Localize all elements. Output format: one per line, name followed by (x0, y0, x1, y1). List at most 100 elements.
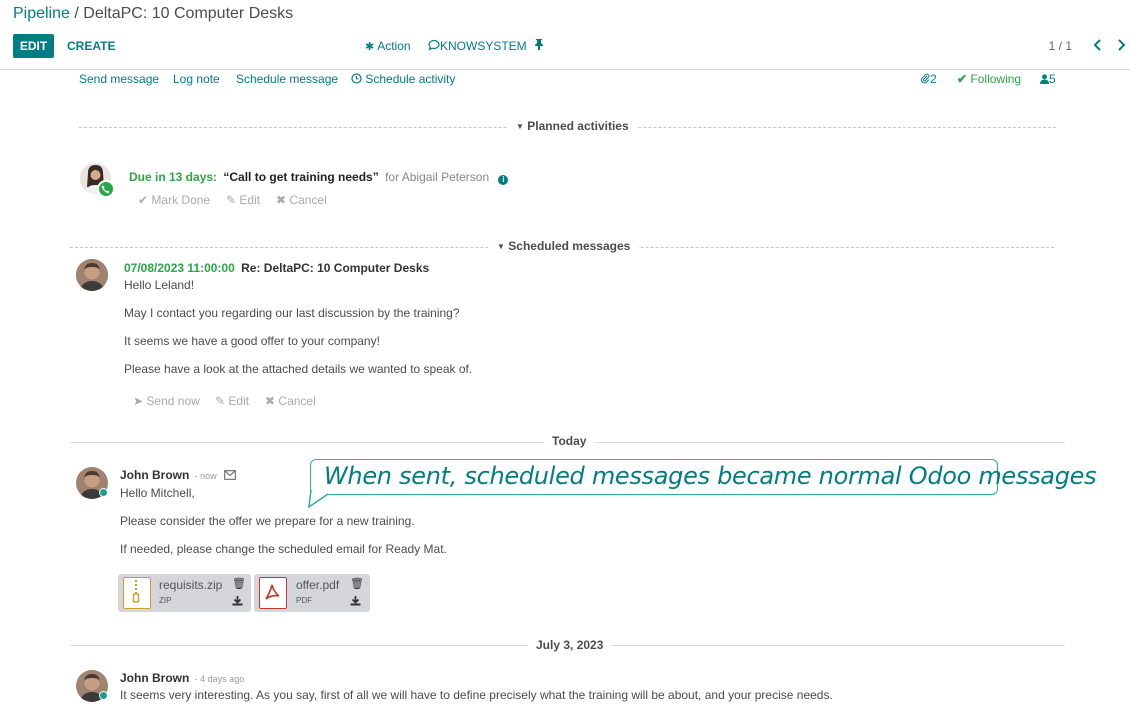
activity-edit-button[interactable]: ✎ Edit (226, 193, 260, 207)
activity-cancel-button[interactable]: ✖ Cancel (276, 193, 327, 207)
attachments-button[interactable]: 2 (920, 72, 937, 86)
attachment-card[interactable]: offer.pdf PDF 🗑 (254, 574, 370, 612)
download-icon[interactable] (232, 595, 243, 609)
trash-icon[interactable]: 🗑 (350, 577, 364, 590)
edit-button[interactable]: EDIT (13, 34, 54, 58)
create-button[interactable]: CREATE (67, 34, 115, 58)
breadcrumb-current: DeltaPC: 10 Computer Desks (83, 5, 294, 22)
trash-icon[interactable]: 🗑 (232, 577, 246, 590)
annotation-text: When sent, scheduled messages became nor… (324, 462, 1097, 490)
date-divider-label: July 3, 2023 (528, 638, 612, 652)
message-body-line: It seems very interesting. As you say, f… (120, 688, 833, 702)
message-author[interactable]: John Brown (120, 671, 189, 685)
paper-plane-icon: ➤ (133, 394, 144, 408)
knowsystem-button[interactable]: KNOWSYSTEM (428, 34, 527, 58)
action-menu-label: Action (377, 39, 411, 53)
caret-down-icon: ▼ (497, 242, 505, 251)
planned-activities-toggle[interactable]: ▼ Planned activities (508, 119, 637, 133)
chevron-left-icon (1093, 39, 1101, 51)
scheduled-edit-button[interactable]: ✎ Edit (215, 394, 249, 408)
download-icon[interactable] (350, 595, 361, 609)
envelope-icon[interactable] (224, 470, 236, 480)
scheduled-date: 07/08/2023 11:00:00 (124, 261, 235, 275)
message-header: John Brown - 4 days ago (120, 671, 244, 685)
activity-assignee: for Abigail Peterson (385, 170, 490, 184)
activity-header: Due in 13 days: “Call to get training ne… (129, 170, 509, 185)
pager-next-button[interactable] (1116, 34, 1126, 58)
scheduled-edit-label: Edit (228, 394, 250, 408)
action-menu[interactable]: ✱ Action (365, 34, 411, 58)
message-time: - now (194, 471, 217, 481)
followers-button[interactable]: 5 (1040, 72, 1056, 86)
online-status-icon (99, 488, 108, 497)
scheduled-body-line: Please have a look at the attached detai… (124, 362, 473, 376)
activity-summary: “Call to get training needs” (223, 170, 379, 184)
user-icon (1040, 74, 1049, 84)
attachment-type: ZIP (159, 596, 172, 605)
send-message-button[interactable]: Send message (79, 72, 159, 86)
paperclip-icon (920, 73, 930, 84)
scheduled-body-line: It seems we have a good offer to your co… (124, 334, 380, 348)
pager-previous-button[interactable] (1093, 34, 1103, 58)
caret-down-icon: ▼ (516, 122, 524, 131)
message-body-line: Hello Mitchell, (120, 486, 195, 500)
today-header: Today (544, 434, 595, 448)
info-icon[interactable]: i (498, 175, 509, 185)
planned-activities-header: Planned activities (527, 119, 629, 133)
breadcrumb-pipeline-link[interactable]: Pipeline (13, 5, 70, 22)
following-label: Following (970, 72, 1022, 86)
scheduled-author-avatar (76, 259, 108, 291)
mark-done-button[interactable]: ✔ Mark Done (138, 193, 210, 207)
scheduled-cancel-label: Cancel (278, 394, 316, 408)
clock-icon (351, 73, 362, 84)
comment-icon (428, 39, 440, 51)
pencil-icon: ✎ (215, 394, 226, 408)
message-author[interactable]: John Brown (120, 468, 189, 482)
scheduled-subject: Re: DeltaPC: 10 Computer Desks (241, 261, 430, 275)
chevron-right-icon (1118, 39, 1126, 51)
breadcrumb: Pipeline / DeltaPC: 10 Computer Desks (13, 5, 293, 23)
send-now-button[interactable]: ➤ Send now (133, 394, 200, 408)
following-button[interactable]: ✔ Following (957, 72, 1021, 86)
pager-value[interactable]: 1 / 1 (1049, 34, 1072, 58)
phone-icon (97, 180, 115, 198)
attachment-name: requisits.zip (159, 578, 223, 592)
scheduled-body-line: Hello Leland! (124, 278, 195, 292)
pin-icon[interactable] (534, 34, 544, 58)
message-time: - 4 days ago (194, 674, 245, 684)
check-icon: ✔ (957, 72, 968, 86)
attachment-name: offer.pdf (296, 578, 340, 592)
schedule-activity-label: Schedule activity (365, 72, 456, 86)
online-status-icon (99, 691, 108, 700)
activity-cancel-label: Cancel (289, 193, 327, 207)
pencil-icon: ✎ (226, 193, 237, 207)
close-icon: ✖ (265, 394, 276, 408)
send-now-label: Send now (146, 394, 200, 408)
log-note-button[interactable]: Log note (173, 72, 220, 86)
close-icon: ✖ (276, 193, 287, 207)
attachment-type: PDF (296, 596, 312, 605)
activity-edit-label: Edit (239, 193, 261, 207)
followers-count: 5 (1049, 72, 1056, 86)
zip-file-icon (123, 577, 151, 609)
schedule-message-button[interactable]: Schedule message (236, 72, 338, 86)
check-icon: ✔ (138, 193, 149, 207)
gear-icon: ✱ (365, 41, 375, 53)
schedule-activity-button[interactable]: Schedule activity (351, 72, 455, 86)
scheduled-message-header: 07/08/2023 11:00:00 Re: DeltaPC: 10 Comp… (124, 261, 429, 275)
activity-due-label: Due in 13 days: (129, 170, 218, 184)
pdf-file-icon (259, 577, 287, 609)
mark-done-label: Mark Done (151, 193, 211, 207)
scheduled-body-line: May I contact you regarding our last dis… (124, 306, 460, 320)
control-panel-divider (0, 69, 1130, 70)
callout-pointer (308, 489, 329, 509)
knowsystem-label: KNOWSYSTEM (440, 39, 527, 53)
scheduled-cancel-button[interactable]: ✖ Cancel (265, 394, 316, 408)
scheduled-messages-header: Scheduled messages (508, 239, 631, 253)
breadcrumb-separator: / (69, 5, 84, 22)
attachment-card[interactable]: requisits.zip ZIP 🗑 (118, 574, 251, 612)
annotation-callout: When sent, scheduled messages became nor… (310, 459, 1097, 495)
scheduled-messages-toggle[interactable]: ▼ Scheduled messages (489, 239, 639, 253)
message-body-line: If needed, please change the scheduled e… (120, 542, 447, 556)
attachments-count: 2 (930, 72, 937, 86)
